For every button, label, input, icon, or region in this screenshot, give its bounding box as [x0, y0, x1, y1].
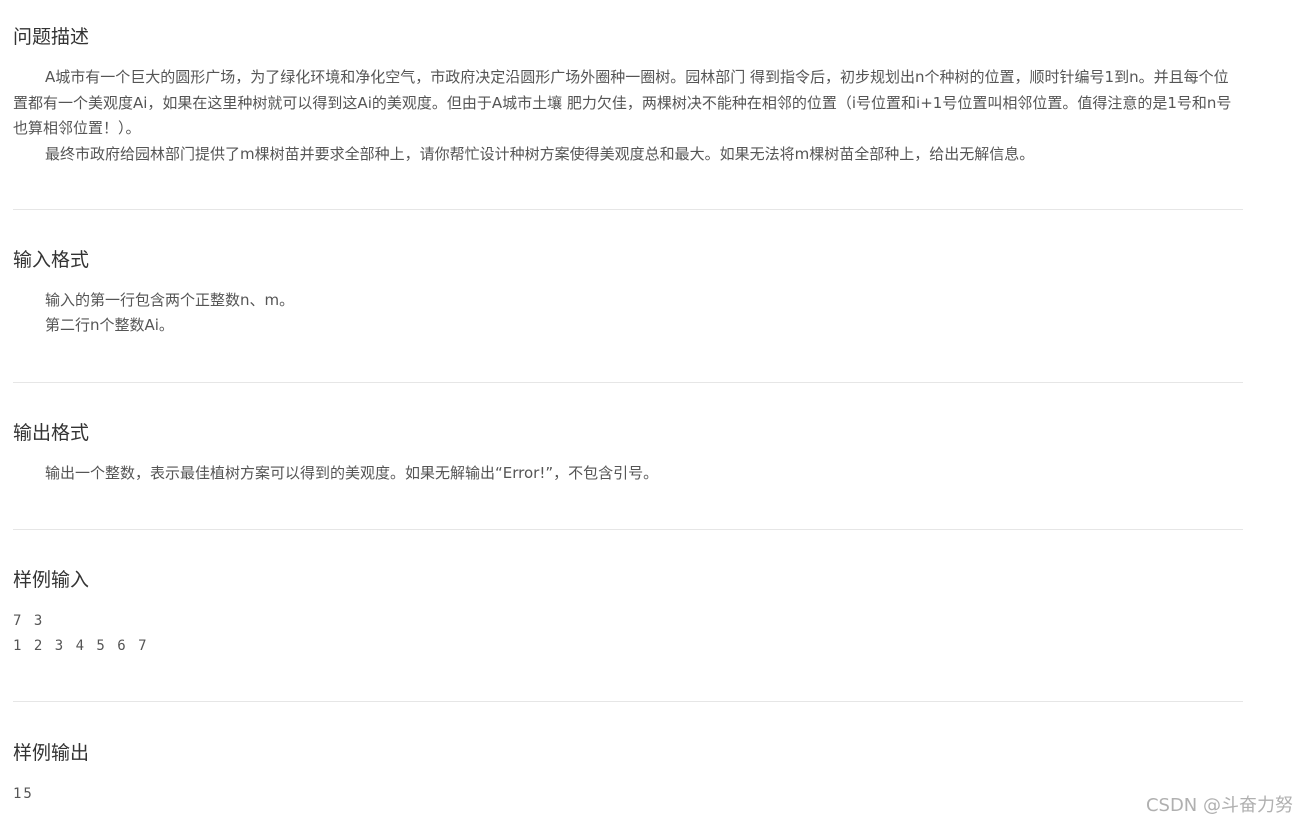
input-format-line-2: 第二行n个整数Ai。 — [45, 316, 174, 334]
divider-4 — [13, 701, 1243, 702]
problem-paragraph-1: A城市有一个巨大的圆形广场，为了绿化环境和净化空气，市政府决定沿圆形广场外圈种一… — [13, 68, 1232, 137]
divider-2 — [13, 382, 1243, 383]
input-format-heading: 输入格式 — [13, 249, 90, 271]
input-format-line-1: 输入的第一行包含两个正整数n、m。 — [45, 291, 295, 309]
output-format-heading: 输出格式 — [13, 422, 90, 444]
input-format-section: 输入格式 输入的第一行包含两个正整数n、m。 第二行n个整数Ai。 — [13, 247, 1243, 338]
output-format-line-1: 输出一个整数，表示最佳植树方案可以得到的美观度。如果无解输出“Error!”，不… — [45, 464, 659, 482]
divider-3 — [13, 529, 1243, 530]
csdn-watermark: CSDN @斗奋力努 — [1145, 795, 1293, 816]
divider-1 — [13, 209, 1243, 210]
sample-input-line-2: 1 2 3 4 5 6 7 — [13, 638, 149, 654]
sample-output-line-1: 15 — [13, 786, 34, 802]
problem-section: 问题描述 A城市有一个巨大的圆形广场，为了绿化环境和净化空气，市政府决定沿圆形广… — [13, 24, 1243, 167]
sample-input-section: 样例输入 7 3 1 2 3 4 5 6 7 — [13, 567, 1243, 659]
sample-output-heading: 样例输出 — [13, 742, 90, 764]
sample-input-line-1: 7 3 — [13, 613, 45, 629]
problem-heading: 问题描述 — [13, 26, 90, 48]
sample-output-section: 样例输出 15 — [13, 740, 1243, 807]
sample-input-heading: 样例输入 — [13, 569, 90, 591]
problem-paragraph-2: 最终市政府给园林部门提供了m棵树苗并要求全部种上，请你帮忙设计种树方案使得美观度… — [45, 144, 1035, 163]
output-format-section: 输出格式 输出一个整数，表示最佳植树方案可以得到的美观度。如果无解输出“Erro… — [13, 420, 1243, 486]
